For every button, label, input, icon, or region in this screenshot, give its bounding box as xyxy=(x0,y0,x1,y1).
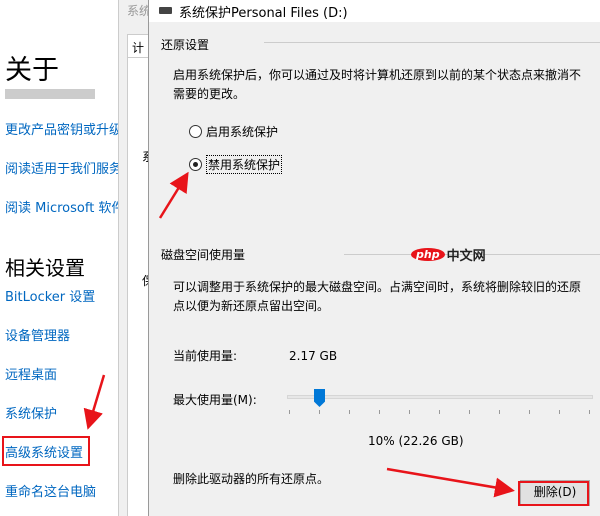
watermark-php: php xyxy=(411,248,445,261)
max-usage-label: 最大使用量(M): xyxy=(173,393,257,407)
max-usage-slider[interactable] xyxy=(287,395,593,399)
radio-icon xyxy=(189,125,202,138)
restore-settings-group-label: 还原设置 xyxy=(161,38,210,52)
dialog-title: 系统保护Personal Files (D:) xyxy=(179,6,348,21)
rename-pc-link[interactable]: 重命名这台电脑 xyxy=(5,481,96,500)
title-bar: 系统保护Personal Files (D:) xyxy=(149,0,600,22)
slider-tick xyxy=(379,410,380,414)
slider-tick xyxy=(469,410,470,414)
disk-description: 可以调整用于系统保护的最大磁盘空间。占满空间时，系统将删除较旧的还原点以便为新还… xyxy=(173,280,582,313)
radio-label: 禁用系统保护 xyxy=(206,155,283,174)
slider-tick xyxy=(529,410,530,414)
system-protection-link[interactable]: 系统保护 xyxy=(5,403,57,422)
enable-protection-radio[interactable]: 启用系统保护 xyxy=(189,123,278,140)
radio-label: 启用系统保护 xyxy=(206,125,279,139)
max-usage-value: 10% (22.26 GB) xyxy=(368,434,464,448)
change-product-key-link[interactable]: 更改产品密钥或升级 xyxy=(5,119,118,138)
radio-checked-icon xyxy=(189,158,202,171)
device-manager-link[interactable]: 设备管理器 xyxy=(5,325,70,344)
slider-tick xyxy=(409,410,410,414)
watermark-cn: 中文网 xyxy=(446,249,486,264)
highlight-box xyxy=(518,481,589,506)
divider xyxy=(264,42,600,43)
system-protection-dialog: 系统保护Personal Files (D:) 还原设置 启用系统保护后，你可以… xyxy=(148,0,600,516)
disable-protection-radio[interactable]: 禁用系统保护 xyxy=(189,155,283,174)
slider-tick xyxy=(589,410,590,414)
disk-usage-group-label: 磁盘空间使用量 xyxy=(161,248,246,262)
slider-tick xyxy=(439,410,440,414)
restore-description: 启用系统保护后，你可以通过及时将计算机还原到以前的某个状态点来撤消不需要的更改。 xyxy=(173,68,582,101)
highlight-box xyxy=(2,436,90,466)
obscured-text xyxy=(5,89,95,99)
slider-tick xyxy=(349,410,350,414)
slider-tick xyxy=(559,410,560,414)
slider-tick xyxy=(319,410,320,414)
read-microsoft-license-link[interactable]: 阅读 Microsoft 软件 xyxy=(5,197,118,216)
drive-icon xyxy=(159,7,172,14)
related-settings-heading: 相关设置 xyxy=(5,256,85,280)
watermark-logo: php 中文网 xyxy=(411,245,486,264)
slider-tick xyxy=(289,410,290,414)
about-heading: 关于 xyxy=(5,55,59,86)
remote-desktop-link[interactable]: 远程桌面 xyxy=(5,364,57,383)
bitlocker-link[interactable]: BitLocker 设置 xyxy=(5,286,95,305)
read-services-link[interactable]: 阅读适用于我们服务 xyxy=(5,158,118,177)
slider-tick xyxy=(499,410,500,414)
current-usage-value: 2.17 GB xyxy=(289,349,338,363)
